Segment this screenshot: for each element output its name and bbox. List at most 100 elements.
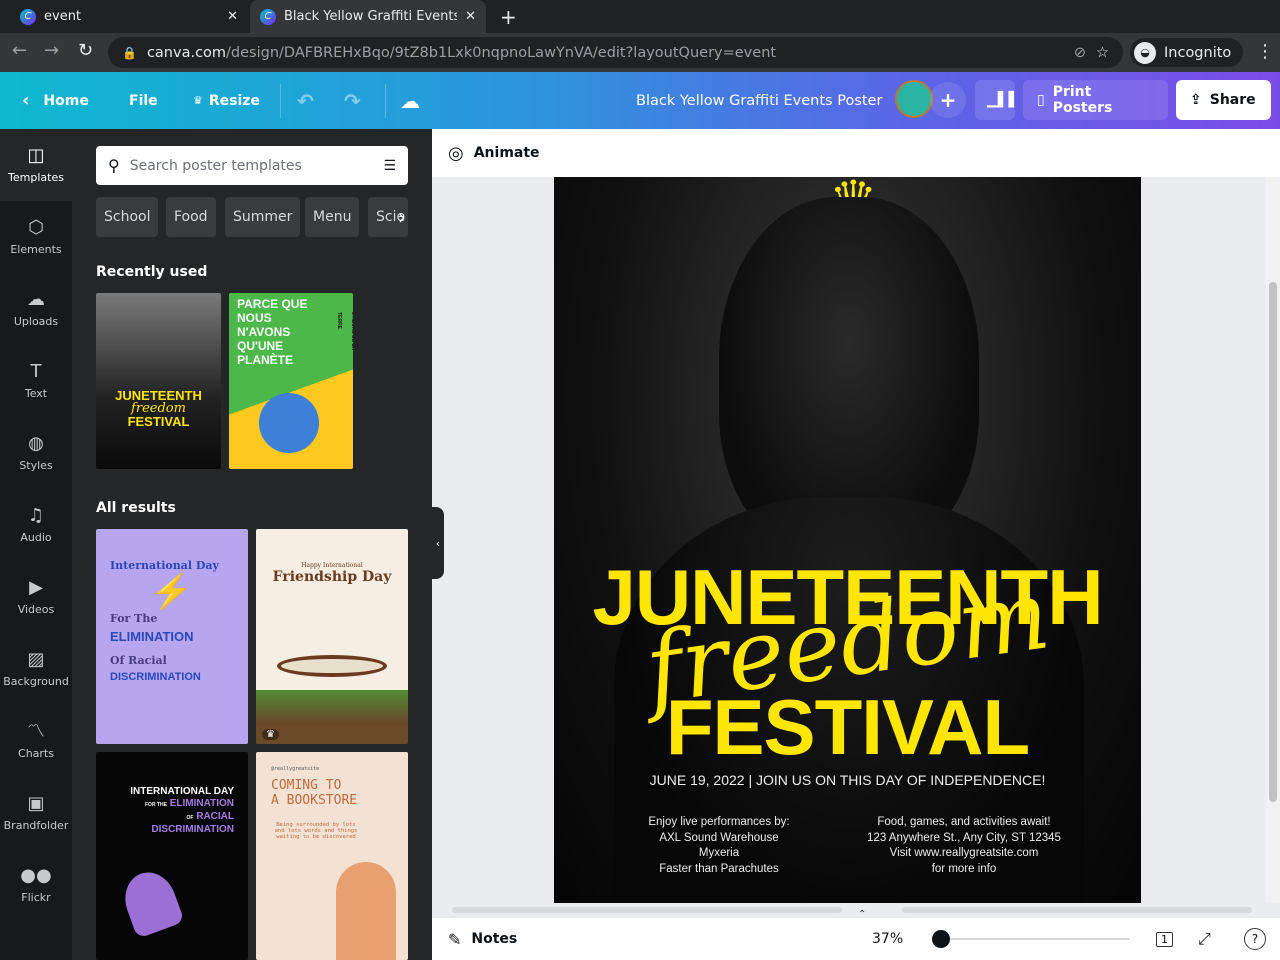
thumb-text: QU'UNE: [237, 339, 284, 353]
page-count-button[interactable]: 1: [1156, 931, 1173, 947]
rail-label: Audio: [20, 531, 52, 544]
poster-text-line: AXL Sound Warehouse: [659, 831, 779, 844]
rail-label: Styles: [19, 459, 53, 472]
rail-item-uploads[interactable]: ☁ Uploads: [0, 273, 72, 345]
rail-label: Background: [3, 675, 69, 688]
thumb-side-text: L'HEURE DE LA TERRE: [336, 312, 353, 350]
vertical-scrollbar[interactable]: [1266, 177, 1280, 903]
insights-button[interactable]: ▁▌▌: [975, 80, 1019, 120]
zoom-slider-handle[interactable]: [932, 930, 950, 948]
thumb-text: @reallygreatsite: [271, 766, 320, 772]
zoom-slider[interactable]: [932, 930, 1130, 948]
chip-food[interactable]: Food: [166, 197, 216, 237]
zoom-level[interactable]: 37%: [872, 931, 903, 947]
chevron-left-icon: ‹: [22, 90, 30, 111]
premium-crown-icon: ♛: [262, 729, 279, 740]
animate-button[interactable]: Animate: [474, 145, 540, 161]
url-host: canva.com: [146, 44, 227, 61]
share-upload-icon: ⇪: [1190, 92, 1202, 108]
rail-item-styles[interactable]: ◍ Styles: [0, 417, 72, 489]
bookmark-star-icon[interactable]: ☆: [1096, 45, 1109, 61]
browser-menu-icon[interactable]: ⋮: [1256, 41, 1274, 62]
address-bar-row: ← → ↻ 🔒 canva.com/design/DAFBREHxBqo/9tZ…: [0, 33, 1280, 72]
poster-title-festival[interactable]: FESTIVAL: [554, 685, 1141, 769]
notes-button[interactable]: Notes: [471, 931, 517, 947]
eye-off-icon[interactable]: ⊘: [1074, 45, 1086, 61]
share-button[interactable]: ⇪ Share: [1176, 80, 1271, 120]
thumb-text: Friendship Day: [272, 569, 392, 585]
thumb-text: FOR THE: [145, 802, 167, 808]
poster-text-line: Faster than Parachutes: [659, 862, 779, 875]
user-avatar[interactable]: [895, 80, 933, 118]
filter-sliders-icon[interactable]: ☰: [383, 158, 396, 174]
cloud-saved-icon[interactable]: ☁: [400, 72, 420, 129]
add-collaborator-icon[interactable]: +: [930, 82, 966, 118]
chip-menu[interactable]: Menu: [305, 197, 360, 237]
print-posters-button[interactable]: ▯ Print Posters: [1023, 80, 1168, 120]
all-results-heading: All results: [96, 500, 176, 516]
close-tab-icon[interactable]: ✕: [227, 9, 238, 24]
chevron-right-icon[interactable]: ›: [398, 205, 406, 229]
rail-item-videos[interactable]: ▶ Videos: [0, 561, 72, 633]
forward-icon[interactable]: →: [44, 40, 59, 61]
template-thumb-racial-black[interactable]: INTERNATIONAL DAY FOR THE ELIMINATION OF…: [96, 752, 248, 960]
chip-school[interactable]: School: [96, 197, 159, 237]
rail-item-flickr[interactable]: ●● Flickr: [0, 849, 72, 921]
scrollbar-thumb[interactable]: [1269, 282, 1277, 802]
thumb-text: N'AVONS: [237, 325, 291, 339]
file-menu-button[interactable]: File: [129, 72, 158, 129]
new-tab-icon[interactable]: +: [500, 5, 517, 29]
rail-item-text[interactable]: T Text: [0, 345, 72, 417]
poster-text-line: Food, games, and activities await!: [877, 816, 1051, 828]
chip-label: Food: [174, 209, 208, 225]
home-button[interactable]: ‹ Home: [22, 72, 89, 129]
incognito-badge[interactable]: ◒ Incognito: [1130, 38, 1244, 67]
rail-label: Elements: [10, 243, 62, 256]
rail-item-audio[interactable]: ♫ Audio: [0, 489, 72, 561]
canva-favicon-icon: C: [260, 8, 276, 25]
thumb-text: ELIMINATION: [110, 629, 194, 644]
editor-canvas: ◎ Animate ♛ JUNETEENTH freedom FESTIVAL …: [432, 129, 1280, 960]
rail-item-charts[interactable]: 〽 Charts: [0, 705, 72, 777]
horizontal-scrollbar[interactable]: [442, 906, 1262, 914]
rail-item-background[interactable]: ▨ Background: [0, 633, 72, 705]
thumb-text: INTERNATIONAL DAY: [130, 786, 234, 797]
styles-icon: ◍: [28, 433, 44, 454]
template-thumb-planete[interactable]: PARCE QUE NOUS N'AVONS QU'UNE PLANÈTE L'…: [229, 293, 353, 469]
close-tab-icon[interactable]: ✕: [465, 9, 476, 24]
template-thumb-friendship-day[interactable]: Happy International Friendship Day ♛: [256, 529, 408, 744]
collapse-panel-handle[interactable]: ‹: [432, 507, 444, 579]
back-icon[interactable]: ←: [12, 40, 27, 61]
template-thumb-juneteenth[interactable]: JUNETEENTH freedom FESTIVAL: [96, 293, 221, 469]
poster-date-line[interactable]: JUNE 19, 2022 | JOIN US ON THIS DAY OF I…: [554, 772, 1141, 789]
poster-event-info[interactable]: Food, games, and activities await! 123 A…: [854, 815, 1074, 877]
thumb-text: DISCRIMINATION: [110, 671, 201, 683]
template-thumb-racial-day[interactable]: International Day ⚡ For The ELIMINATION …: [96, 529, 248, 744]
rail-item-brandfolder[interactable]: ▣ Brandfolder: [0, 777, 72, 849]
bar-chart-icon: ▁▌▌: [987, 92, 1020, 108]
template-thumb-bookstore[interactable]: @reallygreatsite COMING TO A BOOKSTORE B…: [256, 752, 408, 960]
url-input[interactable]: 🔒 canva.com/design/DAFBREHxBqo/9tZ8b1Lxk…: [108, 37, 1123, 68]
chip-label: Summer: [233, 209, 293, 225]
poster-text-line: 123 Anywhere St., Any City, ST 12345: [867, 831, 1061, 844]
thumb-text: For The: [110, 612, 158, 625]
thumb-text: OF: [186, 815, 194, 821]
thumb-text: Being surrounded by lots and lots words …: [274, 822, 358, 840]
rail-item-elements[interactable]: ⬡ Elements: [0, 201, 72, 273]
poster-performers[interactable]: Enjoy live performances by: AXL Sound Wa…: [634, 815, 804, 877]
chip-summer[interactable]: Summer: [225, 197, 301, 237]
help-icon[interactable]: ?: [1244, 928, 1266, 950]
browser-tab-active[interactable]: C Black Yellow Graffiti Events ✕: [250, 0, 486, 33]
thumb-text: FESTIVAL: [127, 414, 190, 429]
poster-page[interactable]: ♛ JUNETEENTH freedom FESTIVAL JUNE 19, 2…: [554, 177, 1141, 903]
redo-icon[interactable]: ↷: [344, 72, 361, 129]
reload-icon[interactable]: ↻: [78, 40, 93, 61]
rail-item-templates[interactable]: ◫ Templates: [0, 129, 72, 201]
browser-tab[interactable]: C event ✕: [10, 0, 248, 33]
poster-text-line: Myxeria: [698, 847, 740, 859]
search-templates-input[interactable]: ⚲ Search poster templates ☰: [96, 146, 408, 185]
fullscreen-icon[interactable]: ⤢: [1198, 929, 1211, 949]
document-title[interactable]: Black Yellow Graffiti Events Poster: [636, 72, 882, 129]
undo-icon[interactable]: ↶: [297, 72, 314, 129]
resize-button[interactable]: ♛ Resize: [193, 72, 260, 129]
